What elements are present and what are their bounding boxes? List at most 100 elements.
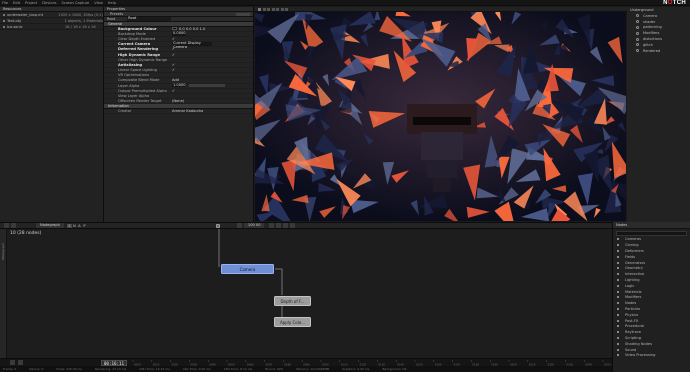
menu-screen-capture[interactable]: Screen Capture xyxy=(61,1,89,5)
timeline-tick-label: 0010 xyxy=(153,362,160,366)
property-label: Linear Space Lighting xyxy=(118,68,157,73)
nodegraph-menu-icon[interactable] xyxy=(4,223,9,228)
menu-file[interactable]: File xyxy=(2,1,8,5)
align-icon[interactable] xyxy=(276,223,282,228)
timeline-tick-label: 0070 xyxy=(266,362,273,366)
status-item: Graphics: 0.00 ms xyxy=(342,367,370,371)
property-checkbox[interactable]: ✓ xyxy=(172,37,175,41)
property-checkbox[interactable]: ✓ xyxy=(172,47,175,51)
nodegraph-canvas[interactable] xyxy=(7,229,612,358)
rewind-icon[interactable] xyxy=(10,360,15,365)
resources-panel: Resources underwater_loop.mt 1920 x 1080,… xyxy=(0,7,104,226)
node-depth-of-field[interactable]: Depth of F... xyxy=(274,296,311,306)
menu-devices[interactable]: Devices xyxy=(42,1,56,5)
presets-dropdown[interactable] xyxy=(236,12,250,16)
timeline-tick-label: 0200 xyxy=(510,362,517,366)
library-search-input[interactable] xyxy=(616,231,687,236)
node-name-field[interactable]: Root xyxy=(127,17,172,21)
zoom-icon[interactable] xyxy=(236,223,242,228)
nodegraph-layout-icon[interactable] xyxy=(11,223,16,228)
menu-project[interactable]: Project xyxy=(25,1,37,5)
menu-edit[interactable]: Edit xyxy=(13,1,20,5)
render-viewport[interactable] xyxy=(255,12,626,221)
status-item: Frame: 0 xyxy=(3,367,17,371)
property-dropdown[interactable]: Current Display Camera xyxy=(172,42,212,48)
timeline-tick-label: 0030 xyxy=(190,362,197,366)
resource-info: 1 objects, 1 Materials xyxy=(64,18,103,23)
menu-help[interactable]: Help xyxy=(108,1,116,5)
node-apply-colour[interactable]: Apply Colo... xyxy=(274,317,311,327)
status-item: Bound: GPU xyxy=(265,367,284,371)
property-field[interactable]: 0.0000 xyxy=(172,31,186,36)
grid-icon[interactable] xyxy=(276,7,279,11)
menu-view[interactable]: View xyxy=(94,1,103,5)
property-checkbox[interactable]: ✓ xyxy=(172,89,175,93)
nodegraph-counter: 10 (28 nodes) xyxy=(10,231,42,236)
property-label: Output Premultiplied Alpha xyxy=(118,88,167,93)
property-field[interactable]: 1.0000 xyxy=(172,83,186,88)
play-icon[interactable] xyxy=(18,360,23,365)
expand-arrow-icon xyxy=(617,290,619,293)
pause-icon[interactable] xyxy=(262,7,266,11)
status-item: Device: 0 xyxy=(29,367,44,371)
expand-arrow-icon xyxy=(617,278,619,281)
resource-item[interactable]: Ico.sonic 16 / 16 x 16 x 16 xyxy=(0,24,103,30)
property-checkbox[interactable]: ✓ xyxy=(172,68,175,72)
timeline-ruler[interactable]: 0000 0010 0020 0030 0040 0050 0060 0070 0080 0090… xyxy=(131,359,612,366)
resource-icon xyxy=(3,13,5,16)
nodegraph-sidebar: Nodegraph xyxy=(0,229,7,358)
color-swatch[interactable] xyxy=(172,26,177,31)
timecode-display[interactable]: 00:16:11 xyxy=(101,359,127,366)
play-icon[interactable] xyxy=(258,7,261,11)
scene-item-label: distortions xyxy=(643,37,662,42)
library-category-label: Physics xyxy=(625,312,639,317)
search-icon[interactable] xyxy=(290,223,296,228)
expand-arrow-icon xyxy=(617,267,619,270)
library-category[interactable]: Video Processing xyxy=(613,352,690,358)
status-item: Background: OK xyxy=(382,367,407,371)
snap-toggle-p[interactable]: P xyxy=(82,224,87,228)
nodegraph-toolbar: Nodegraph S N A P 100 00 xyxy=(0,222,612,229)
group-icon[interactable] xyxy=(283,223,289,228)
property-checkbox[interactable]: ✓ xyxy=(172,53,175,57)
resource-icon xyxy=(3,19,5,22)
node-connections xyxy=(218,229,283,317)
stop-icon[interactable] xyxy=(267,7,270,11)
expand-arrow-icon xyxy=(617,342,619,345)
properties-panel: Properties Presets Root Root General Back… xyxy=(104,7,254,226)
fullscreen-icon[interactable] xyxy=(285,7,288,11)
color-value[interactable]: 0.0 0.0 0.0 1.0 xyxy=(179,27,205,31)
timeline-tick-label: 0140 xyxy=(397,362,404,366)
scene-item[interactable]: Rendered xyxy=(627,48,690,54)
node-camera[interactable]: Camera xyxy=(221,264,274,274)
expand-arrow-icon xyxy=(617,348,619,351)
library-category-label: Materials xyxy=(625,289,642,294)
property-checkbox[interactable]: ✓ xyxy=(172,63,175,67)
library-category-label: Cameras xyxy=(625,237,641,242)
property-value[interactable]: (None) xyxy=(172,99,184,103)
property-label: Other High Dynamic Range xyxy=(118,57,168,62)
resource-info: 1920 x 1080, 30fps (0:1) xyxy=(58,12,103,17)
tab-nodegraph[interactable]: Nodegraph xyxy=(36,223,64,228)
scene-hierarchy-panel: Underground Camera shader patterning Mod… xyxy=(627,7,690,226)
root-node[interactable] xyxy=(216,224,220,228)
library-category-label: Modifiers xyxy=(625,295,642,300)
property-label: VR Optimisations xyxy=(118,73,149,78)
expand-arrow-icon xyxy=(617,255,619,258)
library-category-label: Nodes xyxy=(625,301,637,306)
expand-arrow-icon xyxy=(617,302,619,305)
nodes-library-title: Nodes xyxy=(613,222,690,229)
frame-icon[interactable] xyxy=(269,223,275,228)
library-category-label: Geometry xyxy=(625,266,643,271)
library-category-label: Raytrace xyxy=(625,330,642,335)
property-label: High Dynamic Range xyxy=(118,52,161,57)
camera-view-icon[interactable] xyxy=(271,7,275,11)
scene-item-label: Rendered xyxy=(643,48,661,53)
property-value[interactable]: Add xyxy=(172,78,179,82)
wireframe-icon[interactable] xyxy=(280,7,284,11)
property-slider[interactable] xyxy=(189,84,225,87)
scene-item-label: shader xyxy=(643,19,656,24)
property-list: Background Colour 0.0 0.0 0.0 1.0 Backdrop… xyxy=(104,27,253,105)
zoom-value[interactable]: 100 00 xyxy=(243,223,265,228)
expand-arrow-icon xyxy=(617,273,619,276)
